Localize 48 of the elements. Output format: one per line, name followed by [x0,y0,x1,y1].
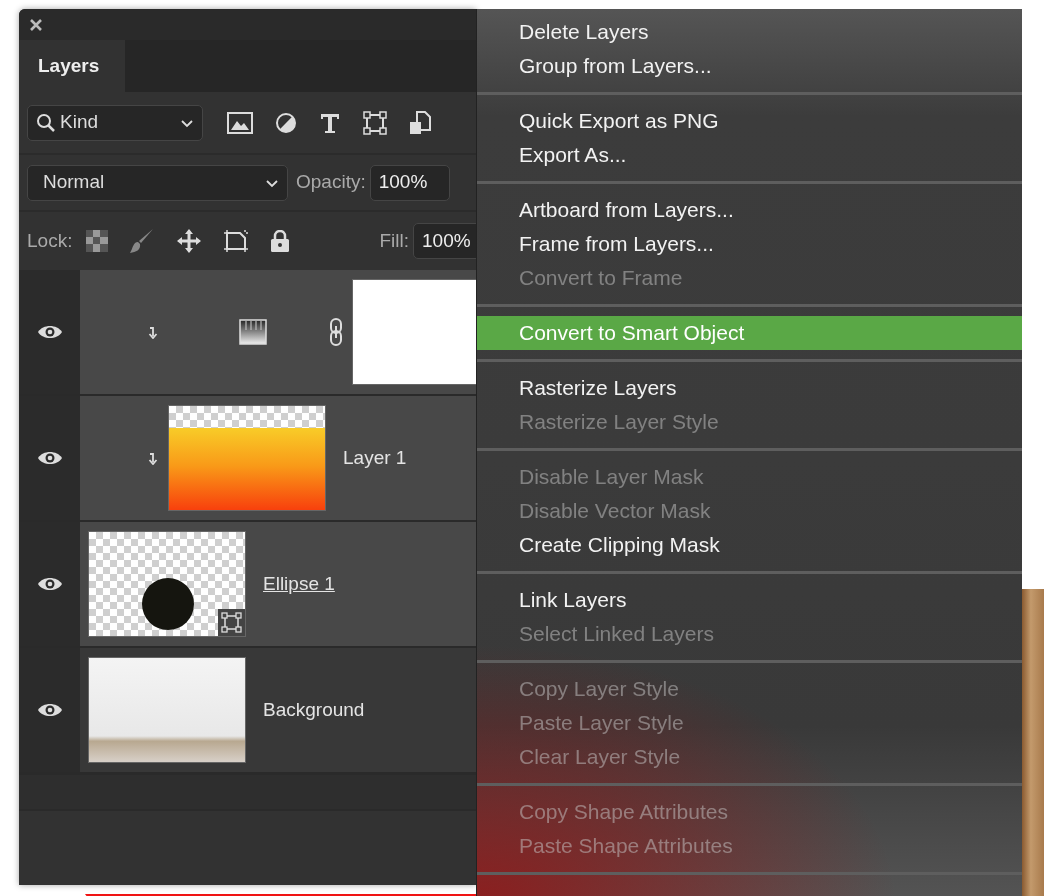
blend-mode-dropdown[interactable]: Normal [27,164,288,201]
menu-item[interactable]: Artboard from Layers... [477,193,1022,227]
menu-item[interactable]: Create Clipping Mask [477,528,1022,562]
eye-icon[interactable] [36,324,63,340]
shape-badge-icon [218,609,245,636]
layer-row[interactable] [80,270,476,394]
panel-tab[interactable]: Layers [19,40,125,92]
move-icon[interactable] [176,228,203,254]
menu-item[interactable]: Delete Layers [477,15,1022,49]
fill-label: Fill: [379,228,409,253]
filter-dropdown[interactable]: Kind [27,104,203,141]
menu-item[interactable]: Frame from Layers... [477,227,1022,261]
gradient-fill-icon [239,319,267,345]
eye-icon[interactable] [36,702,63,718]
layer-name: Layer 1 [343,445,407,470]
chevron-down-icon [180,117,194,128]
eye-icon[interactable] [36,450,63,466]
search-icon [36,112,56,133]
menu-item[interactable]: Group from Layers... [477,49,1022,83]
opacity-field[interactable]: 100% [369,164,450,201]
blend-mode-value: Normal [43,170,106,195]
lock-icon[interactable] [270,230,291,252]
layer-row[interactable]: Ellipse 1 [80,522,476,646]
link-icon [329,318,343,346]
menu-item[interactable]: Export As... [477,138,1022,172]
smart-object-filter-icon[interactable] [409,110,431,135]
lock-label: Lock: [27,228,73,253]
close-icon[interactable] [29,17,43,32]
menu-item[interactable]: Rasterize Layers [477,371,1022,405]
circle-shape [141,577,195,631]
lock-transparency-icon[interactable] [86,230,109,252]
menu-item[interactable]: Link Layers [477,583,1022,617]
layer-row[interactable]: Layer 1 [80,396,476,520]
layer-row[interactable]: Background [80,648,476,772]
artboard-lock-icon[interactable] [223,229,250,253]
layer-name: Ellipse 1 [263,571,335,596]
image-filter-icon[interactable] [227,111,253,134]
opacity-label: Opacity: [296,170,366,195]
brush-icon[interactable] [129,228,156,254]
eye-icon[interactable] [36,576,63,592]
text-filter-icon[interactable] [319,111,341,134]
filter-value: Kind [60,110,100,135]
fill-field[interactable]: 100% [413,223,476,259]
layer-name: Background [263,697,365,722]
chevron-down-icon [265,177,279,188]
shape-filter-icon[interactable] [363,110,387,135]
adjustment-filter-icon[interactable] [275,111,297,134]
menu-item[interactable]: Quick Export as PNG [477,104,1022,138]
